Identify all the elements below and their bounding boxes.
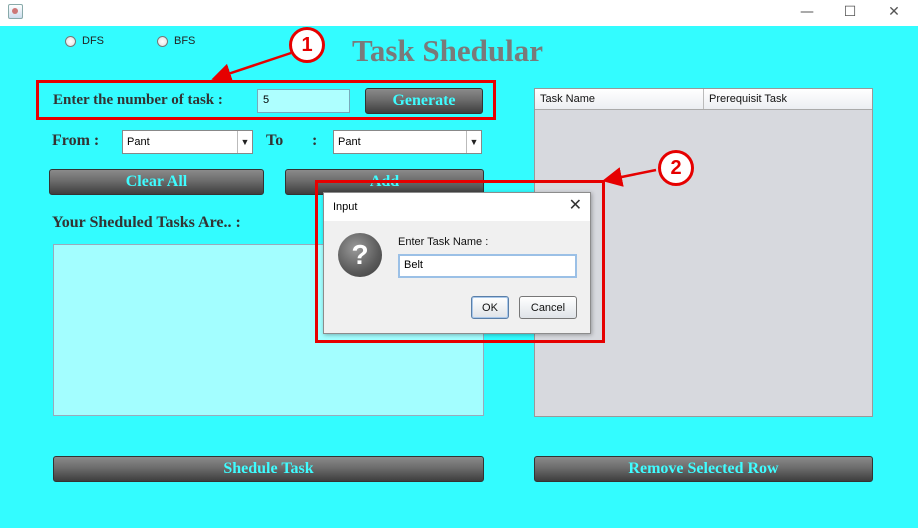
close-window-button[interactable]: ✕ xyxy=(884,3,904,21)
dfs-radio-label: DFS xyxy=(82,35,104,47)
remove-selected-row-button[interactable]: Remove Selected Row xyxy=(534,456,873,482)
from-select[interactable]: Pant ▼ xyxy=(122,130,253,154)
annotation-badge-1: 1 xyxy=(289,27,325,63)
maximize-button[interactable]: ☐ xyxy=(840,3,860,21)
dropdown-arrow-icon[interactable]: ▼ xyxy=(466,131,481,153)
column-header-task-name[interactable]: Task Name xyxy=(535,89,704,109)
window-titlebar: — ☐ ✕ xyxy=(0,0,918,26)
to-label: To xyxy=(266,132,284,149)
minimize-button[interactable]: — xyxy=(797,3,817,21)
dfs-radio[interactable]: DFS xyxy=(65,35,104,47)
from-label: From : xyxy=(52,132,100,149)
to-select-value: Pant xyxy=(338,136,361,148)
dropdown-arrow-icon[interactable]: ▼ xyxy=(237,131,252,153)
clear-all-button[interactable]: Clear All xyxy=(49,169,264,195)
annotation-box-1 xyxy=(36,80,496,120)
app-title: Task Shedular xyxy=(352,33,543,68)
bfs-radio[interactable]: BFS xyxy=(157,35,195,47)
scheduled-tasks-label: Your Sheduled Tasks Are.. : xyxy=(52,214,241,231)
shedule-task-button[interactable]: Shedule Task xyxy=(53,456,484,482)
to-colon: : xyxy=(312,132,318,149)
to-select[interactable]: Pant ▼ xyxy=(333,130,482,154)
column-header-prerequisit-task[interactable]: Prerequisit Task xyxy=(704,89,787,109)
radio-circle-icon xyxy=(157,35,168,47)
table-header: Task Name Prerequisit Task xyxy=(535,89,872,110)
bfs-radio-label: BFS xyxy=(174,35,196,47)
radio-circle-icon xyxy=(65,35,76,47)
annotation-badge-2: 2 xyxy=(658,150,694,186)
from-select-value: Pant xyxy=(127,136,150,148)
annotation-box-2 xyxy=(315,180,605,343)
java-app-icon xyxy=(8,4,23,19)
